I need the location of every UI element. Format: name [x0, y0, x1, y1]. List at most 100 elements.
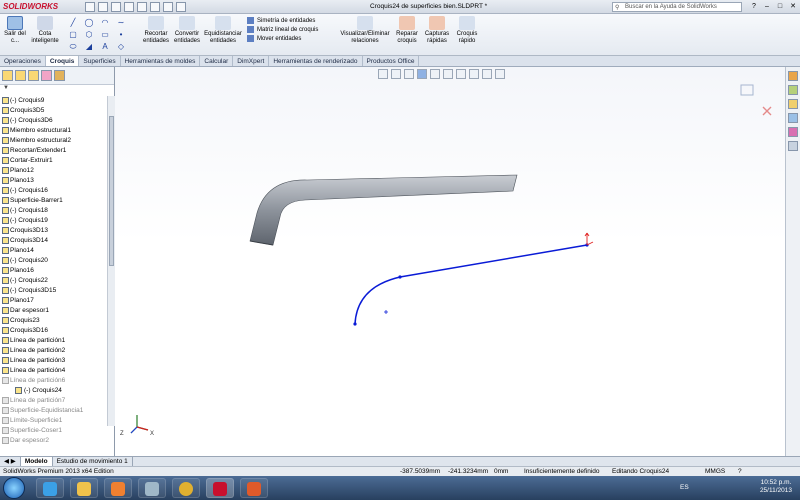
edit-appearance-icon[interactable] — [469, 69, 479, 79]
taskbar-solidworks[interactable] — [206, 478, 234, 498]
tree-item[interactable]: Línea de partición2 — [0, 346, 107, 356]
units-selector[interactable]: MMGS — [705, 467, 725, 476]
home-icon[interactable] — [788, 71, 798, 81]
tree-item[interactable]: Miembro estructural1 — [0, 126, 107, 136]
rapid-sketch-button[interactable]: Croquis rápido — [453, 16, 481, 44]
display-style-icon[interactable] — [443, 69, 453, 79]
view-orientation-icon[interactable] — [430, 69, 440, 79]
custom-properties-icon[interactable] — [788, 141, 798, 151]
design-library-icon[interactable] — [788, 85, 798, 95]
polygon-icon[interactable]: ⬡ — [84, 30, 94, 40]
plane-icon[interactable]: ◇ — [116, 42, 126, 52]
tree-item-active[interactable]: (-) Croquis24 — [0, 386, 107, 396]
dimxpert-icon[interactable] — [41, 70, 52, 81]
sketch-path-line[interactable] — [354, 244, 588, 325]
rebuild-icon[interactable] — [163, 2, 173, 12]
scrollbar-thumb[interactable] — [109, 116, 114, 266]
language-indicator[interactable]: ES — [680, 484, 689, 491]
clock[interactable]: 10:52 p.m. 25/11/2013 — [760, 479, 792, 495]
tree-item[interactable]: Plano16 — [0, 266, 107, 276]
close-button[interactable]: ✕ — [788, 2, 798, 12]
tree-item[interactable]: (-) Croquis20 — [0, 256, 107, 266]
tab-superficies[interactable]: Superficies — [79, 56, 121, 66]
tree-item[interactable]: (-) Croquis16 — [0, 186, 107, 196]
tree-item[interactable]: Plano17 — [0, 296, 107, 306]
help-icon[interactable]: ? — [749, 2, 759, 12]
swept-tube-body[interactable] — [249, 174, 518, 246]
confirmation-corner-icon[interactable] — [740, 84, 754, 96]
minimize-button[interactable]: – — [762, 2, 772, 12]
maximize-button[interactable]: □ — [775, 2, 785, 12]
text-icon[interactable]: A — [100, 42, 110, 52]
appearances-icon[interactable] — [788, 127, 798, 137]
view-palette-icon[interactable] — [788, 113, 798, 123]
zoom-area-icon[interactable] — [391, 69, 401, 79]
slot-icon[interactable]: ▭ — [100, 30, 110, 40]
undo-icon[interactable] — [137, 2, 147, 12]
section-view-icon[interactable] — [417, 69, 427, 79]
hide-show-icon[interactable] — [456, 69, 466, 79]
convert-button[interactable]: Convertir entidades — [172, 16, 202, 44]
tree-item[interactable]: Croquis23 — [0, 316, 107, 326]
move-entities-item[interactable]: Mover entidades — [247, 35, 318, 44]
tree-item[interactable]: Croquis3D5 — [0, 106, 107, 116]
taskbar-explorer[interactable] — [70, 478, 98, 498]
tree-item[interactable]: Miembro estructural2 — [0, 136, 107, 146]
tree-item[interactable]: (-) Croquis9 — [0, 96, 107, 106]
configuration-icon[interactable] — [28, 70, 39, 81]
graphics-area[interactable]: Z X — [115, 67, 785, 456]
tree-item[interactable]: (-) Croquis18 — [0, 206, 107, 216]
tree-item[interactable]: Superficie-Coser1 — [0, 426, 107, 436]
offset-button[interactable]: Equidistanciar entidades — [204, 16, 242, 44]
print-icon[interactable] — [124, 2, 134, 12]
rectangle-icon[interactable]: ▢ — [68, 30, 78, 40]
tree-scrollbar[interactable] — [107, 96, 115, 426]
tree-item[interactable]: Línea de partición6 — [0, 376, 107, 386]
tab-moldes[interactable]: Herramientas de moldes — [121, 56, 201, 66]
start-button[interactable] — [3, 477, 25, 499]
tree-item[interactable]: Recortar/Extender1 — [0, 146, 107, 156]
line-icon[interactable]: ╱ — [68, 18, 78, 28]
tree-item[interactable]: Superficie-Equidistancia1 — [0, 406, 107, 416]
tree-item[interactable]: (-) Croquis19 — [0, 216, 107, 226]
taskbar-office[interactable] — [240, 478, 268, 498]
relations-button[interactable]: Visualizar/Eliminar relaciones — [340, 16, 390, 44]
feature-tree-icon[interactable] — [2, 70, 13, 81]
tree-item[interactable]: Plano12 — [0, 166, 107, 176]
help-search-input[interactable]: ⚲ Buscar en la Ayuda de SolidWorks — [612, 2, 742, 12]
taskbar-app[interactable] — [138, 478, 166, 498]
scene-icon[interactable] — [482, 69, 492, 79]
exit-sketch-button[interactable]: Salir del c... — [3, 16, 27, 44]
taskbar-ie[interactable] — [36, 478, 64, 498]
sketch-tangent-point[interactable] — [398, 275, 402, 279]
new-icon[interactable] — [85, 2, 95, 12]
tab-operaciones[interactable]: Operaciones — [0, 56, 46, 66]
tree-item[interactable]: Superficie-Barrer1 — [0, 196, 107, 206]
tree-item[interactable]: Croquis3D13 — [0, 226, 107, 236]
taskbar-media[interactable] — [104, 478, 132, 498]
nav-arrows-icon[interactable]: ◀ ▶ — [0, 457, 21, 466]
previous-view-icon[interactable] — [404, 69, 414, 79]
tree-item[interactable]: Dar espesor1 — [0, 306, 107, 316]
tab-croquis[interactable]: Croquis — [45, 56, 80, 66]
tree-item[interactable]: Cortar-Extruir1 — [0, 156, 107, 166]
cancel-sketch-icon[interactable] — [762, 106, 772, 116]
tab-office[interactable]: Productos Office — [363, 56, 420, 66]
mirror-entities-item[interactable]: Simetría de entidades — [247, 17, 318, 26]
save-icon[interactable] — [111, 2, 121, 12]
tab-render[interactable]: Herramientas de renderizado — [269, 56, 363, 66]
repair-sketch-button[interactable]: Reparar croquis — [393, 16, 421, 44]
view-settings-icon[interactable] — [495, 69, 505, 79]
tree-item[interactable]: (-) Croquis22 — [0, 276, 107, 286]
tab-calcular[interactable]: Calcular — [200, 56, 234, 66]
filter-icon[interactable]: ▼ — [0, 85, 114, 94]
arc-icon[interactable]: ◠ — [100, 18, 110, 28]
taskbar-chrome[interactable] — [172, 478, 200, 498]
ellipse-icon[interactable]: ⬭ — [68, 42, 78, 52]
open-icon[interactable] — [98, 2, 108, 12]
tree-item[interactable]: Dar espesor2 — [0, 436, 107, 446]
select-icon[interactable] — [150, 2, 160, 12]
trim-button[interactable]: Recortar entidades — [142, 16, 170, 44]
tree-item[interactable]: Croquis3D16 — [0, 326, 107, 336]
spline-icon[interactable]: ∼ — [116, 18, 126, 28]
